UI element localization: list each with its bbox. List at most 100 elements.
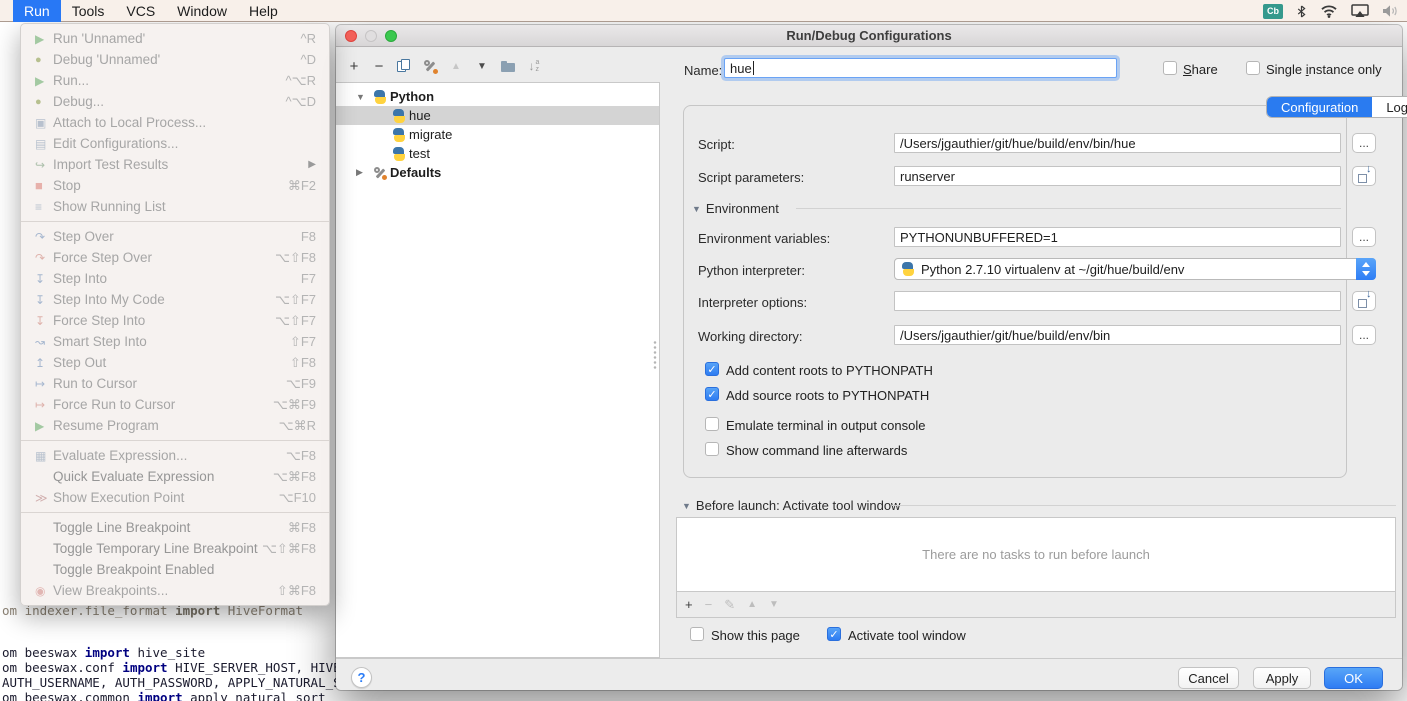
menu-item-force-run-to-cursor[interactable]: ↦Force Run to Cursor⌥⌘F9 bbox=[21, 394, 329, 415]
browse-working-directory-button[interactable]: ... bbox=[1352, 325, 1376, 345]
tree-node-migrate[interactable]: migrate bbox=[336, 125, 659, 144]
menu-item-run-to-cursor[interactable]: ↦Run to Cursor⌥F9 bbox=[21, 373, 329, 394]
step-out-icon: ↥ bbox=[35, 356, 53, 370]
name-input[interactable]: hue bbox=[724, 58, 1117, 78]
environment-variables-input[interactable]: PYTHONUNBUFFERED=1 bbox=[894, 227, 1341, 247]
remove-configuration-button[interactable]: − bbox=[369, 56, 389, 76]
tree-node-python[interactable]: ▼ Python bbox=[336, 87, 659, 106]
menu-item-show-running-list[interactable]: ≡Show Running List bbox=[21, 196, 329, 217]
activate-tool-window-checkbox[interactable]: ✓ bbox=[827, 627, 841, 641]
airplay-icon[interactable] bbox=[1351, 4, 1369, 18]
sort-configurations-button[interactable]: ↓az bbox=[524, 56, 544, 76]
move-task-up-button[interactable]: ▲ bbox=[747, 599, 757, 610]
help-button[interactable]: ? bbox=[351, 667, 372, 688]
tree-expanded-icon[interactable]: ▼ bbox=[356, 92, 366, 102]
browse-environment-variables-button[interactable]: ... bbox=[1352, 227, 1376, 247]
menu-item-run-unnamed[interactable]: ▶Run 'Unnamed'^R bbox=[21, 28, 329, 49]
menu-item-smart-step-into[interactable]: ↝Smart Step Into⇧F7 bbox=[21, 331, 329, 352]
create-folder-button[interactable] bbox=[498, 56, 518, 76]
menu-item-toggle-line-breakpoint[interactable]: Toggle Line Breakpoint⌘F8 bbox=[21, 517, 329, 538]
python-interpreter-select[interactable]: Python 2.7.10 virtualenv at ~/git/hue/bu… bbox=[894, 258, 1376, 280]
script-parameters-input[interactable]: runserver bbox=[894, 166, 1341, 186]
before-launch-task-list[interactable]: There are no tasks to run before launch bbox=[676, 517, 1396, 592]
menu-item-attach-to-local-process[interactable]: ▣Attach to Local Process... bbox=[21, 112, 329, 133]
menubar-item-vcs[interactable]: VCS bbox=[115, 0, 166, 22]
volume-icon[interactable] bbox=[1382, 4, 1399, 18]
single-instance-checkbox[interactable] bbox=[1246, 61, 1260, 75]
smart-step-into-icon: ↝ bbox=[35, 335, 53, 349]
menu-item-force-step-into[interactable]: ↧Force Step Into⌥⇧F7 bbox=[21, 310, 329, 331]
apply-button[interactable]: Apply bbox=[1253, 667, 1311, 689]
browse-script-button[interactable]: ... bbox=[1352, 133, 1376, 153]
script-input[interactable]: /Users/jgauthier/git/hue/build/env/bin/h… bbox=[894, 133, 1341, 153]
menu-item-show-execution-point[interactable]: ≫Show Execution Point⌥F10 bbox=[21, 487, 329, 508]
menu-item-step-into[interactable]: ↧Step IntoF7 bbox=[21, 268, 329, 289]
cancel-button[interactable]: Cancel bbox=[1178, 667, 1239, 689]
add-task-button[interactable]: + bbox=[685, 597, 693, 612]
run-menu-dropdown: ▶Run 'Unnamed'^R ●Debug 'Unnamed'^D ▶Run… bbox=[20, 23, 330, 606]
close-window-button[interactable] bbox=[345, 30, 357, 42]
show-command-line-checkbox[interactable] bbox=[705, 442, 719, 456]
combo-stepper-icon[interactable] bbox=[1356, 258, 1376, 280]
menu-item-stop[interactable]: ■Stop⌘F2 bbox=[21, 175, 329, 196]
menu-item-quick-evaluate-expression[interactable]: Quick Evaluate Expression⌥⌘F8 bbox=[21, 466, 329, 487]
section-divider bbox=[796, 208, 1341, 209]
menu-item-view-breakpoints[interactable]: ◉View Breakpoints...⇧⌘F8 bbox=[21, 580, 329, 601]
menu-item-import-test-results[interactable]: ↪Import Test Results▶ bbox=[21, 154, 329, 175]
ok-button[interactable]: OK bbox=[1324, 667, 1383, 689]
section-divider bbox=[892, 505, 1396, 506]
add-configuration-button[interactable]: + bbox=[344, 56, 364, 76]
cb-app-icon[interactable]: Cb bbox=[1263, 4, 1283, 19]
menubar-item-window[interactable]: Window bbox=[166, 0, 238, 22]
menu-item-toggle-breakpoint-enabled[interactable]: Toggle Breakpoint Enabled bbox=[21, 559, 329, 580]
edit-task-button[interactable]: ✎ bbox=[724, 597, 735, 613]
tree-node-defaults[interactable]: ▶ Defaults bbox=[336, 163, 659, 182]
menu-item-edit-configurations[interactable]: ▤Edit Configurations... bbox=[21, 133, 329, 154]
tab-logs[interactable]: Logs bbox=[1372, 97, 1407, 117]
move-down-button[interactable]: ▼ bbox=[472, 56, 492, 76]
menu-item-debug[interactable]: ●Debug...^⌥D bbox=[21, 91, 329, 112]
panel-splitter[interactable] bbox=[653, 340, 657, 370]
minimize-window-button[interactable] bbox=[365, 30, 377, 42]
name-label: Name: bbox=[684, 63, 722, 78]
tab-configuration[interactable]: Configuration bbox=[1267, 97, 1372, 117]
working-directory-input[interactable]: /Users/jgauthier/git/hue/build/env/bin bbox=[894, 325, 1341, 345]
code-line: om beeswax import hive_site bbox=[2, 645, 205, 660]
sort-az-icon: ↓az bbox=[529, 59, 540, 73]
menu-item-evaluate-expression[interactable]: ▦Evaluate Expression...⌥F8 bbox=[21, 445, 329, 466]
bluetooth-icon[interactable] bbox=[1296, 4, 1307, 19]
add-source-roots-checkbox[interactable]: ✓ bbox=[705, 387, 719, 401]
menu-item-debug-unnamed[interactable]: ●Debug 'Unnamed'^D bbox=[21, 49, 329, 70]
edit-defaults-button[interactable] bbox=[420, 56, 440, 76]
menubar-item-run[interactable]: Run bbox=[13, 0, 61, 22]
expand-script-parameters-button[interactable]: ↓ bbox=[1352, 166, 1376, 186]
emulate-terminal-checkbox[interactable] bbox=[705, 417, 719, 431]
tree-node-test[interactable]: test bbox=[336, 144, 659, 163]
menu-item-run[interactable]: ▶Run...^⌥R bbox=[21, 70, 329, 91]
before-launch-section-header[interactable]: ▼ Before launch: Activate tool window bbox=[682, 498, 900, 513]
show-this-page-checkbox[interactable] bbox=[690, 627, 704, 641]
menu-item-force-step-over[interactable]: ↷Force Step Over⌥⇧F8 bbox=[21, 247, 329, 268]
menu-item-step-over[interactable]: ↷Step OverF8 bbox=[21, 226, 329, 247]
share-checkbox[interactable] bbox=[1163, 61, 1177, 75]
menu-item-step-into-my-code[interactable]: ↧Step Into My Code⌥⇧F7 bbox=[21, 289, 329, 310]
move-task-down-button[interactable]: ▼ bbox=[769, 599, 779, 610]
menubar-item-tools[interactable]: Tools bbox=[61, 0, 116, 22]
tree-collapsed-icon[interactable]: ▶ bbox=[356, 167, 366, 178]
menu-item-toggle-temporary-line-breakpoint[interactable]: Toggle Temporary Line Breakpoint⌥⇧⌘F8 bbox=[21, 538, 329, 559]
menubar-item-help[interactable]: Help bbox=[238, 0, 289, 22]
expand-interpreter-options-button[interactable]: ↓ bbox=[1352, 291, 1376, 311]
menu-item-step-out[interactable]: ↥Step Out⇧F8 bbox=[21, 352, 329, 373]
zoom-window-button[interactable] bbox=[385, 30, 397, 42]
add-content-roots-checkbox[interactable]: ✓ bbox=[705, 362, 719, 376]
remove-task-button[interactable]: − bbox=[705, 597, 713, 612]
dialog-titlebar[interactable]: Run/Debug Configurations bbox=[336, 25, 1402, 47]
interpreter-options-input[interactable] bbox=[894, 291, 1341, 311]
copy-configuration-button[interactable] bbox=[394, 56, 414, 76]
wifi-icon[interactable] bbox=[1320, 4, 1338, 18]
environment-section-header[interactable]: ▼ Environment bbox=[692, 201, 779, 216]
move-up-button[interactable]: ▲ bbox=[446, 56, 466, 76]
tree-node-hue[interactable]: hue bbox=[336, 106, 659, 125]
menu-item-resume-program[interactable]: ▶Resume Program⌥⌘R bbox=[21, 415, 329, 436]
script-parameters-label: Script parameters: bbox=[698, 170, 804, 185]
